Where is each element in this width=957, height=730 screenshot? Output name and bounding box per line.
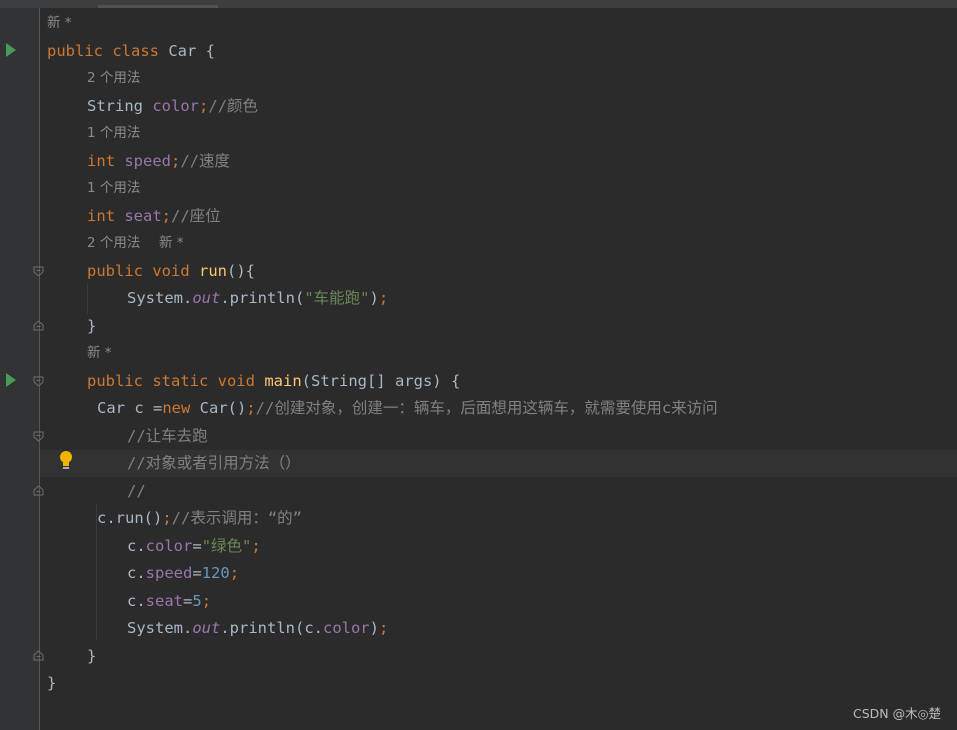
code-line[interactable]: //对象或者引用方法（） [127,451,301,475]
code-line[interactable]: c.seat=5; [127,589,211,613]
code-line[interactable]: // [127,479,146,503]
code-line[interactable]: //让车去跑 [127,424,208,448]
fold-marker-icon[interactable] [33,320,44,331]
usage-hint[interactable]: 1 个用法 [87,122,140,144]
usage-hint[interactable]: 2 个用法 [87,67,140,89]
fold-marker-icon[interactable] [33,650,44,661]
code-line[interactable]: } [47,671,56,695]
usage-hint[interactable]: 2 个用法 [87,232,140,254]
code-line[interactable]: System.out.println("车能跑"); [127,286,388,310]
inlay-hint[interactable]: 新 * [87,342,112,364]
fold-marker-icon[interactable] [33,431,44,442]
fold-marker-icon[interactable] [33,376,44,387]
editor-gutter [0,8,40,730]
code-line[interactable]: int speed;//速度 [87,149,230,173]
code-line[interactable]: Car c =new Car();//创建对象，创建一：辆车，后面想用这辆车，就… [97,396,718,420]
fold-marker-icon[interactable] [33,266,44,277]
code-line[interactable]: } [87,644,96,668]
code-line[interactable]: public class Car { [47,39,215,63]
active-tab-indicator[interactable] [98,5,218,8]
intention-bulb-icon[interactable] [58,450,74,472]
code-line[interactable]: c.color="绿色"; [127,534,261,558]
fold-marker-icon[interactable] [33,485,44,496]
run-gutter-icon[interactable] [6,373,16,387]
code-line[interactable]: } [87,314,96,338]
code-line[interactable]: int seat;//座位 [87,204,221,228]
code-line[interactable]: public void run(){ [87,259,255,283]
inlay-hint[interactable]: 新 * [159,232,184,254]
usage-hint[interactable]: 1 个用法 [87,177,140,199]
run-gutter-icon[interactable] [6,43,16,57]
watermark: CSDN @木◎楚 [852,706,941,721]
gutter-separator [39,8,40,730]
code-line[interactable]: String color;//颜色 [87,94,258,118]
code-line[interactable]: c.speed=120; [127,561,239,585]
code-line[interactable]: public static void main(String[] args) { [87,369,460,393]
indent-guide [87,284,88,314]
code-line[interactable]: c.run();//表示调用：“的” [97,506,302,530]
code-line[interactable]: System.out.println(c.color); [127,616,388,640]
inlay-hint[interactable]: 新 * [47,12,72,34]
